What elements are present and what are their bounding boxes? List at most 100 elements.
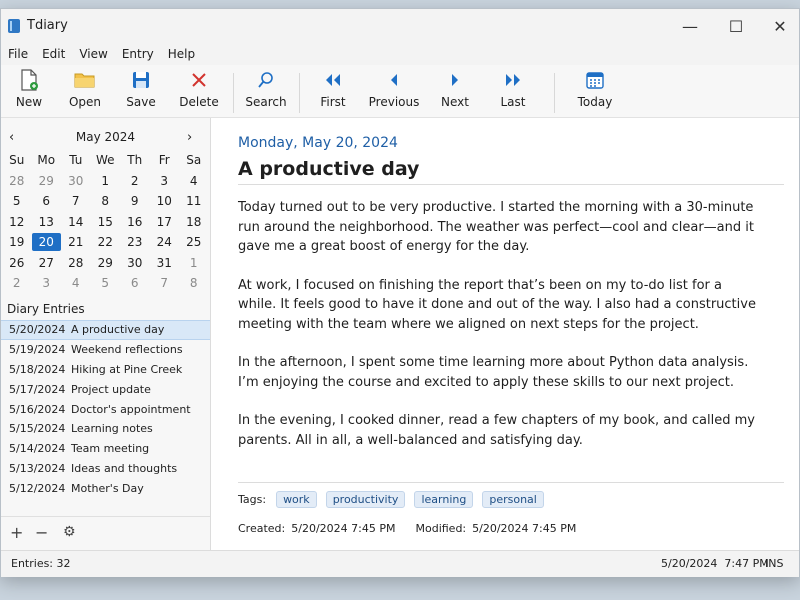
next-button[interactable]: Next — [427, 69, 483, 115]
today-button[interactable]: Today — [567, 69, 623, 115]
calendar-day[interactable]: 24 — [150, 233, 180, 251]
calendar-day[interactable]: 17 — [150, 213, 180, 231]
entry-list-item[interactable]: 5/18/2024 Hiking at Pine Creek — [1, 360, 210, 380]
app-title: Tdiary — [27, 18, 68, 33]
calendar-day[interactable]: 22 — [91, 233, 121, 251]
entry-date: 5/15/2024 — [9, 422, 66, 436]
calendar-day[interactable]: 18 — [179, 213, 209, 231]
entry-date: 5/14/2024 — [9, 442, 66, 456]
calendar-day[interactable]: 13 — [32, 213, 62, 231]
entry-list-item[interactable]: 5/19/2024 Weekend reflections — [1, 340, 210, 360]
delete-x-icon — [171, 69, 227, 91]
entry-list-item[interactable]: 5/13/2024 Ideas and thoughts — [1, 459, 210, 479]
entry-title-text: Hiking at Pine Creek — [71, 362, 183, 376]
calendar-day[interactable]: 23 — [120, 233, 150, 251]
menu-view[interactable]: View — [72, 43, 114, 65]
entry-list-item[interactable]: 5/17/2024 Project update — [1, 379, 210, 399]
minimize-button[interactable]: — — [667, 9, 713, 43]
calendar-day[interactable]: 5 — [2, 192, 32, 210]
tag-chip[interactable]: work — [276, 491, 317, 508]
calendar-day[interactable]: 14 — [61, 213, 91, 231]
calendar-day[interactable]: 21 — [61, 233, 91, 251]
calendar-day[interactable]: 3 — [32, 274, 62, 292]
calendar-day[interactable]: 15 — [91, 213, 121, 231]
calendar-day[interactable]: 12 — [2, 213, 32, 231]
close-button[interactable]: ✕ — [757, 9, 800, 43]
calendar-day[interactable]: 4 — [61, 274, 91, 292]
entry-list-item[interactable]: 5/12/2024 Mother's Day — [1, 478, 210, 498]
entry-list-item[interactable]: 5/16/2024 Doctor's appointment — [1, 399, 210, 419]
calendar-day[interactable]: 26 — [2, 254, 32, 272]
entry-list-item[interactable]: 5/15/2024 Learning notes — [1, 419, 210, 439]
delete-button[interactable]: Delete — [171, 69, 227, 115]
entry-list-item[interactable]: 5/20/2024 A productive day — [1, 320, 210, 340]
menu-edit[interactable]: Edit — [35, 43, 72, 65]
entry-title[interactable]: A productive day — [238, 158, 419, 180]
calendar-day[interactable]: 2 — [2, 274, 32, 292]
menu-help[interactable]: Help — [161, 43, 202, 65]
entry-meta: Created: 5/20/2024 7:45 PM Modified: 5/2… — [238, 522, 582, 535]
menu-entry[interactable]: Entry — [115, 43, 161, 65]
calendar-day[interactable]: 29 — [32, 172, 62, 190]
calendar-day[interactable]: 20 — [31, 233, 61, 252]
save-button[interactable]: Save — [113, 69, 169, 115]
tag-chip[interactable]: personal — [482, 491, 544, 508]
calendar-next-month-button[interactable]: › — [187, 130, 192, 145]
calendar-day[interactable]: 25 — [179, 233, 209, 251]
calendar-day[interactable]: 9 — [120, 192, 150, 210]
calendar-day[interactable]: 31 — [150, 254, 180, 272]
tag-chip[interactable]: productivity — [325, 491, 406, 508]
calendar-day[interactable]: 2 — [120, 172, 150, 190]
settings-gear-icon[interactable]: ⚙ — [63, 524, 76, 540]
calendar-day[interactable]: 28 — [2, 172, 32, 190]
calendar-day[interactable]: 29 — [91, 254, 121, 272]
new-button[interactable]: New — [1, 69, 57, 115]
calendar-day[interactable]: 6 — [120, 274, 150, 292]
status-bar: Entries: 32 5/20/2024 7:47 PM INS — [1, 550, 799, 577]
calendar-weekday: Tu — [69, 153, 83, 168]
menu-file[interactable]: File — [1, 43, 35, 65]
previous-button[interactable]: Previous — [366, 69, 422, 115]
calendar-day[interactable]: 8 — [91, 192, 121, 210]
calendar-day[interactable]: 4 — [179, 172, 209, 190]
entry-list-item[interactable]: 5/14/2024 Team meeting — [1, 439, 210, 459]
calendar-day[interactable]: 30 — [120, 254, 150, 272]
calendar-day[interactable]: 28 — [61, 254, 91, 272]
calendar-day[interactable]: 30 — [61, 172, 91, 190]
double-chevron-right-icon — [485, 69, 541, 91]
entry-date: 5/18/2024 — [9, 362, 66, 376]
entry-date-heading: Monday, May 20, 2024 — [238, 135, 398, 151]
calendar-day[interactable]: 7 — [61, 192, 91, 210]
first-label: First — [320, 95, 346, 109]
entry-date: 5/17/2024 — [9, 382, 66, 396]
calendar-day[interactable]: 5 — [91, 274, 121, 292]
search-button[interactable]: Search — [238, 69, 294, 115]
calendar-day[interactable]: 11 — [179, 192, 209, 210]
calendar-day[interactable]: 8 — [179, 274, 209, 292]
entry-body[interactable]: Today turned out to be very productive. … — [238, 198, 758, 469]
tag-chip[interactable]: learning — [414, 491, 474, 508]
calendar-day[interactable]: 19 — [2, 233, 32, 251]
maximize-button[interactable]: ☐ — [713, 9, 759, 43]
entry-date: 5/12/2024 — [9, 481, 66, 495]
search-icon — [238, 69, 294, 91]
calendar-day[interactable]: 7 — [150, 274, 180, 292]
open-button[interactable]: Open — [57, 69, 113, 115]
left-panel: May 2024 ‹ › Su Mo Tu We Th Fr Sa 28 29 30 1 2 3 4 5 6 7… — [1, 118, 211, 550]
divider — [238, 482, 784, 483]
add-entry-button[interactable]: + — [10, 523, 23, 542]
remove-entry-button[interactable]: − — [35, 523, 48, 542]
last-button[interactable]: Last — [485, 69, 541, 115]
modified-label: Modified: — [415, 522, 467, 535]
new-document-icon — [1, 69, 57, 91]
calendar-day[interactable]: 1 — [179, 254, 209, 272]
calendar-day[interactable]: 10 — [150, 192, 180, 210]
calendar-day[interactable]: 3 — [150, 172, 180, 190]
calendar-day[interactable]: 1 — [91, 172, 121, 190]
calendar-day[interactable]: 16 — [120, 213, 150, 231]
first-button[interactable]: First — [305, 69, 361, 115]
calendar-prev-month-button[interactable]: ‹ — [9, 130, 14, 145]
calendar-icon — [567, 69, 623, 91]
calendar-day[interactable]: 6 — [32, 192, 62, 210]
calendar-day[interactable]: 27 — [32, 254, 62, 272]
